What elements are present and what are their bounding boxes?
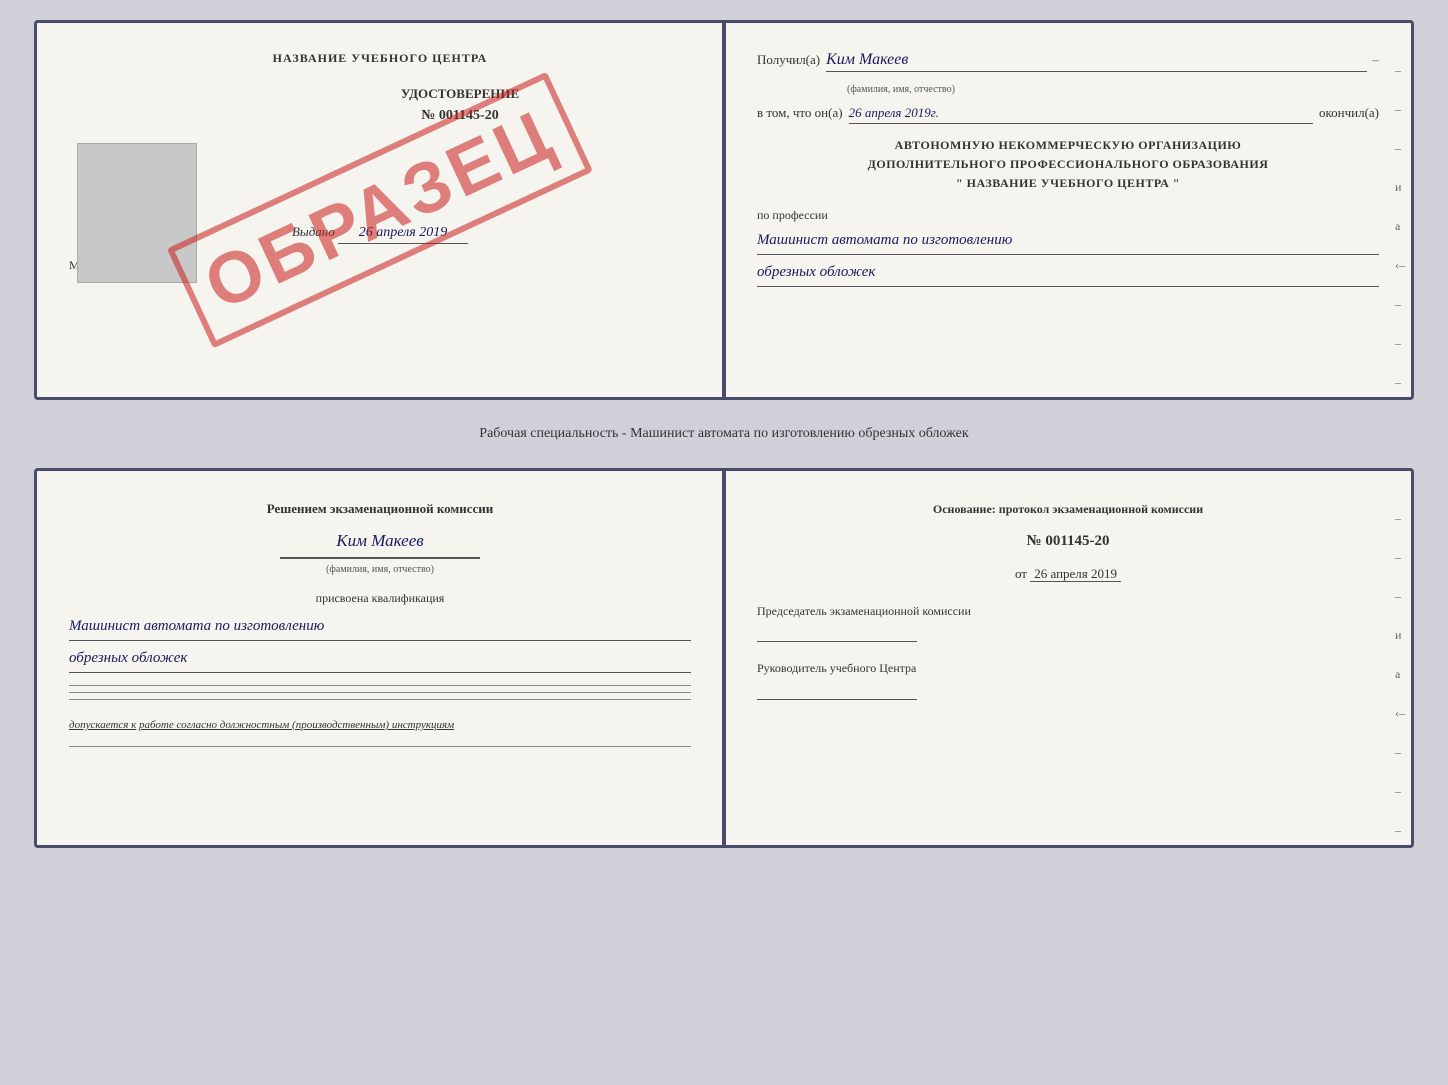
- dopuskaetsya-block: допускается к работе согласно должностны…: [69, 716, 691, 735]
- profession-line1: Машинист автомата по изготовлению: [757, 227, 1379, 255]
- rukovoditel-label: Руководитель учебного Центра: [757, 658, 1379, 678]
- rukovoditel-sig-line: [757, 699, 917, 700]
- rukovoditel-block: Руководитель учебного Центра: [757, 658, 1379, 699]
- middle-text: Рабочая специальность - Машинист автомат…: [479, 426, 968, 441]
- issued-date: 26 апреля 2019: [338, 225, 468, 244]
- vtom-label: в том, что он(а): [757, 105, 843, 121]
- profession-line2: обрезных обложек: [757, 259, 1379, 287]
- bottom-left-content: Решением экзаменационной комиссии Ким Ма…: [69, 499, 691, 747]
- issued-label: Выдано: [292, 224, 335, 239]
- prisvoena-label: присвоена квалификация: [69, 588, 691, 608]
- dopuskaetsya-label: допускается к: [69, 719, 136, 731]
- predsedatel-sig-line: [757, 641, 917, 642]
- poluchil-label: Получил(а): [757, 52, 820, 68]
- bottom-fio-sub: (фамилия, имя, отчество): [69, 561, 691, 578]
- vtom-line: в том, что он(а) 26 апреля 2019г. окончи…: [757, 105, 1379, 124]
- org-line3: " НАЗВАНИЕ УЧЕБНОГО ЦЕНТРА ": [757, 174, 1379, 193]
- org-line1: АВТОНОМНУЮ НЕКОММЕРЧЕСКУЮ ОРГАНИЗАЦИЮ: [757, 136, 1379, 155]
- bottom-qual-line1: Машинист автомата по изготовлению: [69, 613, 691, 641]
- bottom-qual-line2: обрезных обложек: [69, 645, 691, 673]
- cert-number: № 001145-20: [229, 108, 691, 124]
- side-dashes-bottom: –––иа‹–––––: [1395, 511, 1405, 848]
- osnovanie-label: Основание: протокол экзаменационной коми…: [757, 499, 1379, 519]
- udostoverenie-label: УДОСТОВЕРЕНИЕ: [229, 86, 691, 102]
- bottom-person-name: Ким Макеев: [69, 527, 691, 556]
- cert-title: НАЗВАНИЕ УЧЕБНОГО ЦЕНТРА: [69, 51, 691, 66]
- bottom-doc-left-page: Решением экзаменационной комиссии Ким Ма…: [37, 471, 725, 845]
- side-dashes-top: –––иа‹–––––: [1395, 63, 1405, 400]
- po-professii-label: по профессии: [757, 208, 1379, 223]
- predsedatel-label: Председатель экзаменационной комиссии: [757, 601, 1379, 621]
- middle-caption: Рабочая специальность - Машинист автомат…: [34, 416, 1414, 452]
- ot-label: от: [1015, 566, 1027, 581]
- org-block: АВТОНОМНУЮ НЕКОММЕРЧЕСКУЮ ОРГАНИЗАЦИЮ ДО…: [757, 136, 1379, 194]
- bottom-right-content: Основание: протокол экзаменационной коми…: [757, 499, 1379, 700]
- top-doc-right-page: Получил(а) Ким Макеев – (фамилия, имя, о…: [725, 23, 1411, 397]
- fio-sub-top: (фамилия, имя, отчество): [847, 84, 1379, 95]
- protocol-date: от 26 апреля 2019: [757, 563, 1379, 585]
- dopuskaetsya-text: работе согласно должностным (производств…: [139, 719, 454, 731]
- poluchil-name: Ким Макеев: [826, 51, 1366, 72]
- komissia-title: Решением экзаменационной комиссии: [69, 499, 691, 519]
- predsedatel-block: Председатель экзаменационной комиссии: [757, 601, 1379, 642]
- top-doc-left-page: НАЗВАНИЕ УЧЕБНОГО ЦЕНТРА ОБРАЗЕЦ УДОСТОВ…: [37, 23, 725, 397]
- okonchil-label: окончил(а): [1319, 105, 1379, 121]
- org-line2: ДОПОЛНИТЕЛЬНОГО ПРОФЕССИОНАЛЬНОГО ОБРАЗО…: [757, 155, 1379, 174]
- top-document: НАЗВАНИЕ УЧЕБНОГО ЦЕНТРА ОБРАЗЕЦ УДОСТОВ…: [34, 20, 1414, 400]
- protocol-number: № 001145-20: [757, 529, 1379, 555]
- ot-date: 26 апреля 2019: [1030, 566, 1121, 582]
- bottom-doc-right-page: Основание: протокол экзаменационной коми…: [725, 471, 1411, 845]
- cert-photo: [77, 143, 197, 283]
- vtom-date: 26 апреля 2019г.: [849, 105, 1313, 124]
- poluchil-line: Получил(а) Ким Макеев –: [757, 51, 1379, 72]
- bottom-document: Решением экзаменационной комиссии Ким Ма…: [34, 468, 1414, 848]
